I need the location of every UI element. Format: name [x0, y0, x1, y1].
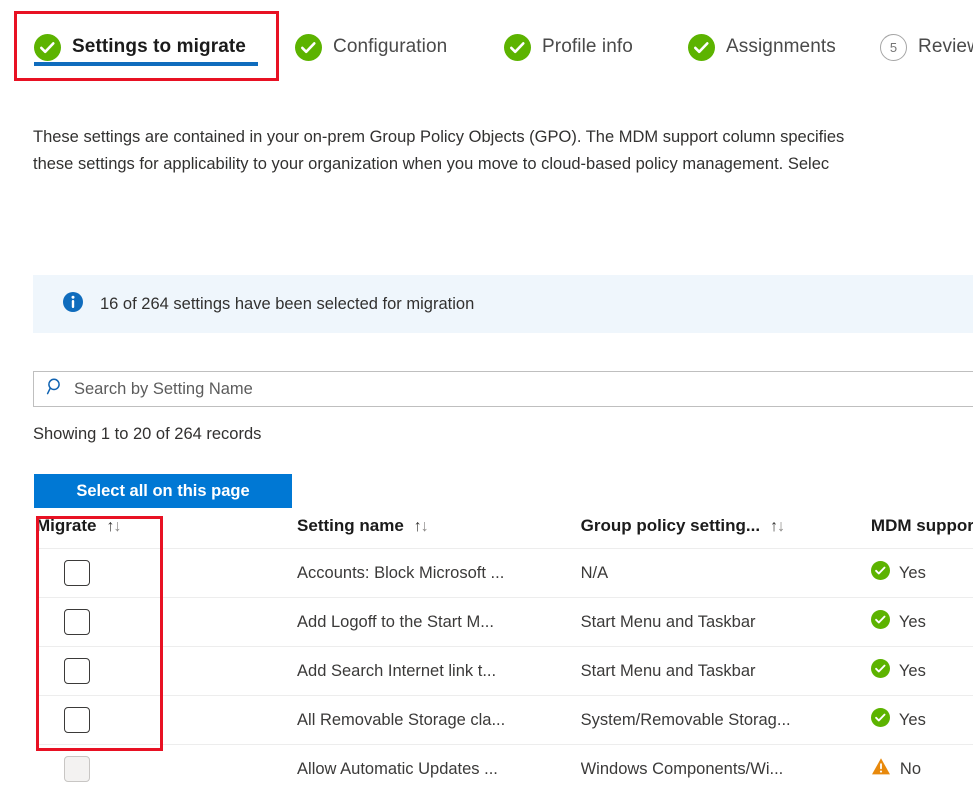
migrate-checkbox[interactable]	[64, 560, 90, 586]
setting-name-cell: Add Logoff to the Start M...	[297, 598, 581, 647]
group-policy-setting-cell: Start Menu and Taskbar	[581, 647, 871, 696]
sort-icon[interactable]: ↑↓	[770, 518, 784, 535]
active-tab-underline	[34, 62, 258, 66]
tab-review[interactable]: 5 Review	[880, 27, 973, 67]
mdm-support-cell: Yes	[871, 647, 973, 696]
column-header-setting-name[interactable]: Setting name ↑↓	[297, 516, 581, 549]
migrate-checkbox[interactable]	[64, 707, 90, 733]
table-body: Accounts: Block Microsoft ... N/A Yes Ad…	[36, 549, 973, 794]
info-banner-text: 16 of 264 settings have been selected fo…	[100, 295, 474, 314]
tab-configuration[interactable]: Configuration	[295, 27, 447, 67]
check-icon	[295, 34, 322, 61]
group-policy-setting-cell: N/A	[581, 549, 871, 598]
check-icon	[688, 34, 715, 61]
settings-table: Migrate ↑↓ Setting name ↑↓ Group policy se…	[36, 516, 973, 793]
tab-settings-to-migrate[interactable]: Settings to migrate	[34, 27, 246, 67]
mdm-support-value: Yes	[899, 613, 926, 632]
tab-label: Review	[918, 36, 973, 58]
table-header-row: Migrate ↑↓ Setting name ↑↓ Group policy se…	[36, 516, 973, 549]
group-policy-setting-cell: Windows Components/Wi...	[581, 745, 871, 794]
setting-name-cell: Add Search Internet link t...	[297, 647, 581, 696]
column-header-group-policy-setting[interactable]: Group policy setting... ↑↓	[581, 516, 871, 549]
wizard-tab-strip: Settings to migrate Configuration Profil…	[0, 0, 973, 82]
mdm-support-value: No	[900, 760, 921, 779]
tab-profile-info[interactable]: Profile info	[504, 27, 633, 67]
migrate-cell	[36, 598, 297, 647]
mdm-support-value: Yes	[899, 711, 926, 730]
group-policy-setting-cell: Start Menu and Taskbar	[581, 598, 871, 647]
tab-assignments[interactable]: Assignments	[688, 27, 836, 67]
column-header-label: Setting name	[297, 516, 404, 535]
column-header-mdm-support[interactable]: MDM support↑↓	[871, 516, 973, 549]
mdm-support-cell: Yes	[871, 549, 973, 598]
info-icon	[62, 291, 84, 318]
group-policy-setting-cell: System/Removable Storag...	[581, 696, 871, 745]
mdm-support-cell: No	[871, 745, 973, 794]
info-banner: 16 of 264 settings have been selected fo…	[33, 275, 973, 333]
migrate-cell	[36, 647, 297, 696]
setting-name-cell: Accounts: Block Microsoft ...	[297, 549, 581, 598]
migrate-checkbox[interactable]	[64, 609, 90, 635]
column-header-label: Group policy setting...	[581, 516, 760, 535]
mdm-support-value: Yes	[899, 662, 926, 681]
table-row: Add Search Internet link t... Start Menu…	[36, 647, 973, 696]
mdm-support-cell: Yes	[871, 598, 973, 647]
sort-icon[interactable]: ↑↓	[106, 518, 120, 535]
mdm-support-value: Yes	[899, 564, 926, 583]
column-header-label: MDM support	[871, 516, 973, 535]
records-count-label: Showing 1 to 20 of 264 records	[33, 425, 261, 444]
setting-name-cell: Allow Automatic Updates ...	[297, 745, 581, 794]
migrate-cell	[36, 549, 297, 598]
table-header: Migrate ↑↓ Setting name ↑↓ Group policy se…	[36, 516, 973, 549]
tab-label: Configuration	[333, 36, 447, 58]
column-header-label: Migrate	[36, 516, 96, 535]
check-circle-icon	[871, 659, 890, 683]
step-number-badge: 5	[880, 34, 907, 61]
migrate-cell	[36, 696, 297, 745]
migrate-checkbox[interactable]	[64, 658, 90, 684]
tab-label: Profile info	[542, 36, 633, 58]
check-icon	[34, 34, 61, 61]
mdm-support-cell: Yes	[871, 696, 973, 745]
warning-triangle-icon	[871, 757, 891, 781]
migrate-checkbox-disabled	[64, 756, 90, 782]
tab-label: Assignments	[726, 36, 836, 58]
check-circle-icon	[871, 610, 890, 634]
table-row: Accounts: Block Microsoft ... N/A Yes	[36, 549, 973, 598]
column-header-migrate[interactable]: Migrate ↑↓	[36, 516, 297, 549]
table-row: All Removable Storage cla... System/Remo…	[36, 696, 973, 745]
select-all-on-this-page-button[interactable]: Select all on this page	[34, 474, 292, 508]
page-description: These settings are contained in your on-…	[33, 124, 973, 178]
tab-label: Settings to migrate	[72, 36, 246, 58]
sort-icon[interactable]: ↑↓	[414, 518, 428, 535]
check-circle-icon	[871, 708, 890, 732]
check-icon	[504, 34, 531, 61]
check-circle-icon	[871, 561, 890, 585]
search-box[interactable]	[33, 371, 973, 407]
search-input[interactable]	[74, 380, 574, 399]
setting-name-cell: All Removable Storage cla...	[297, 696, 581, 745]
table-row: Add Logoff to the Start M... Start Menu …	[36, 598, 973, 647]
table-row: Allow Automatic Updates ... Windows Comp…	[36, 745, 973, 794]
search-icon	[46, 377, 65, 401]
migrate-cell	[36, 745, 297, 794]
